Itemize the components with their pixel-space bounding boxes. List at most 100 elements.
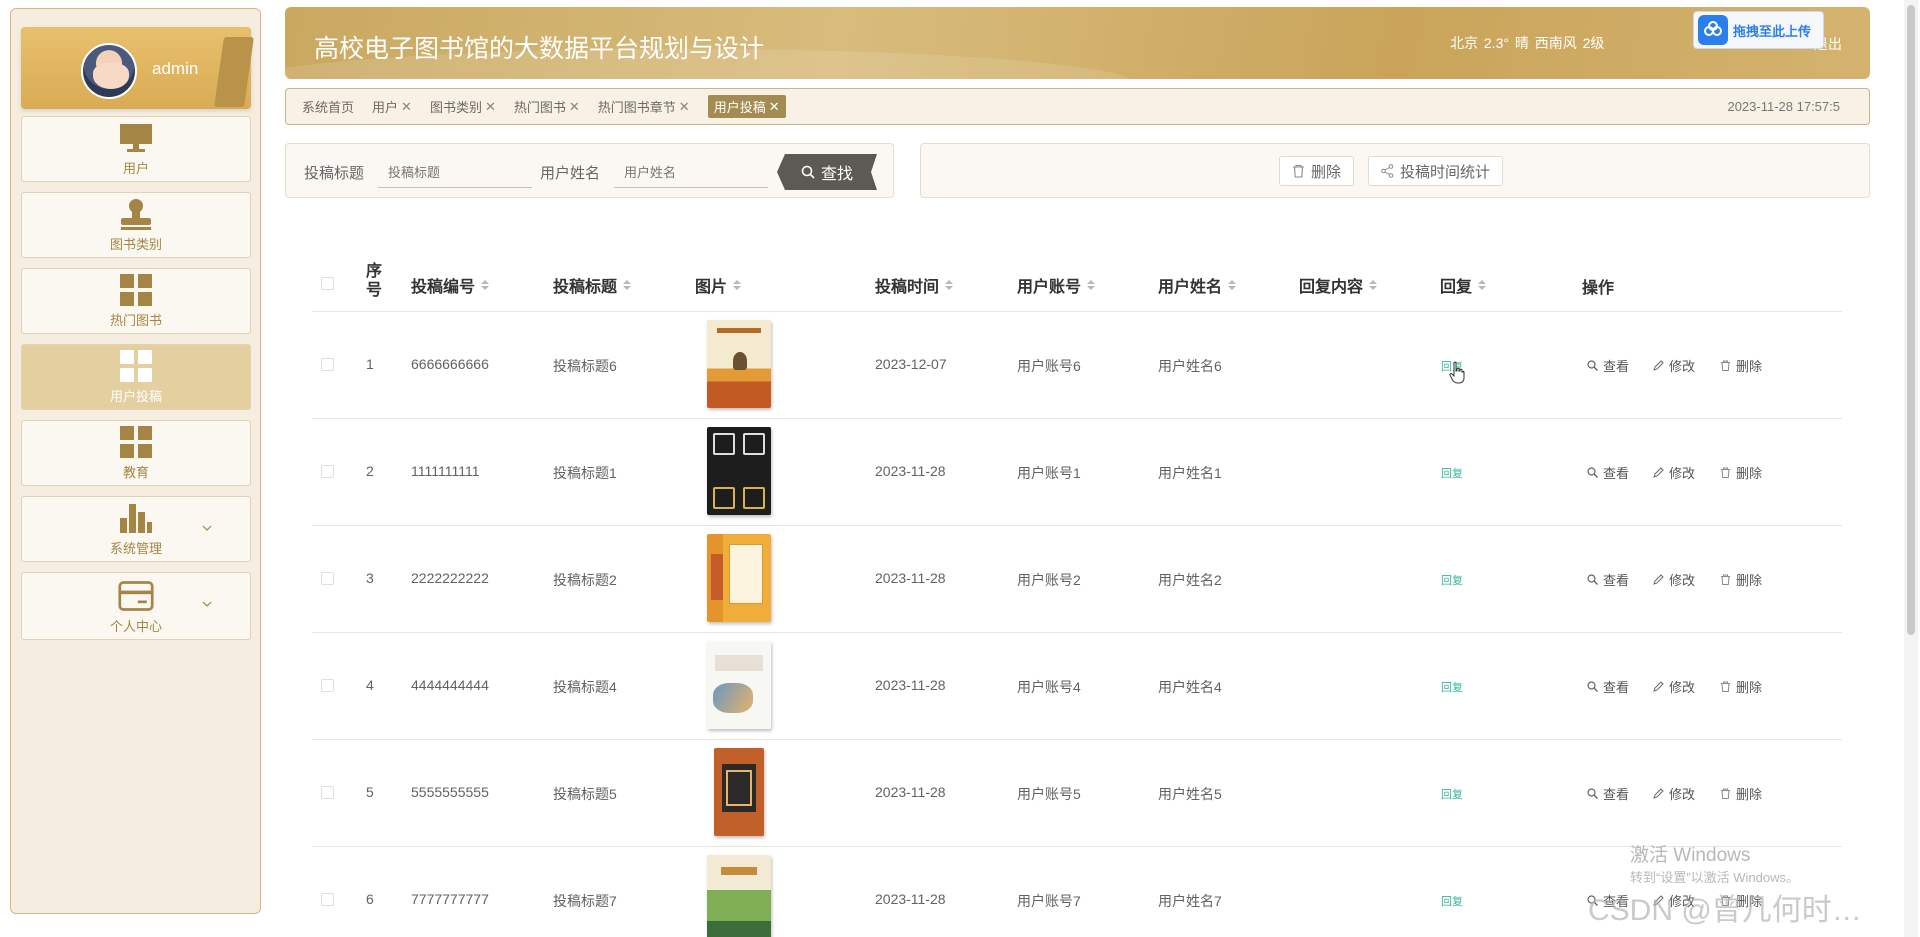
col-image[interactable]: 图片 — [695, 273, 742, 297]
title-search-input[interactable] — [378, 157, 532, 188]
reply-link[interactable]: 回复 — [1441, 572, 1463, 588]
row-checkbox[interactable] — [321, 893, 334, 906]
op-label: 删除 — [1736, 466, 1763, 481]
delete-button[interactable]: 删除 — [1720, 570, 1762, 589]
col-code[interactable]: 投稿编号 — [411, 273, 490, 297]
tab-user-submissions[interactable]: 用户投稿 ✕ — [707, 95, 786, 118]
row-account: 用户账号6 — [1017, 358, 1081, 374]
edit-button[interactable]: 修改 — [1653, 677, 1695, 696]
table-row: 5 5555555555 投稿标题5 2023-11-28 用户账号5 用户姓名… — [312, 740, 1842, 847]
row-checkbox[interactable] — [321, 358, 334, 371]
table-row: 1 6666666666 投稿标题6 2023-12-07 用户账号6 用户姓名… — [312, 312, 1842, 419]
col-reply-content[interactable]: 回复内容 — [1299, 273, 1378, 297]
col-name[interactable]: 用户姓名 — [1158, 273, 1237, 297]
view-button[interactable]: 查看 — [1587, 784, 1629, 803]
delete-button[interactable]: 删除 — [1720, 784, 1762, 803]
row-time: 2023-11-28 — [875, 891, 946, 907]
view-button[interactable]: 查看 — [1587, 570, 1629, 589]
csdn-watermark: CSDN @曾几何时… — [1588, 894, 1862, 927]
search-button[interactable]: 查找 — [777, 154, 877, 190]
top-header: 高校电子图书馆的大数据平台规划与设计 北京 2.3° 晴 西南风 2级 退出 — [285, 7, 1870, 79]
bulk-delete-button[interactable]: 删除 — [1279, 156, 1355, 186]
col-title[interactable]: 投稿标题 — [553, 273, 632, 297]
close-icon[interactable]: ✕ — [401, 99, 412, 115]
tab-users[interactable]: 用户 ✕ — [372, 97, 412, 116]
row-time: 2023-11-28 — [875, 463, 946, 479]
row-name: 用户姓名4 — [1158, 679, 1222, 695]
view-button[interactable]: 查看 — [1587, 463, 1629, 482]
col-account[interactable]: 用户账号 — [1017, 273, 1096, 297]
row-account: 用户账号5 — [1017, 786, 1081, 802]
tab-hot-books[interactable]: 热门图书 ✕ — [514, 97, 580, 116]
sort-icon[interactable] — [481, 280, 490, 290]
chevron-down-icon[interactable] — [202, 523, 212, 533]
close-icon[interactable]: ✕ — [485, 99, 496, 115]
search-icon — [1587, 788, 1598, 799]
close-icon[interactable]: ✕ — [679, 99, 690, 115]
edit-button[interactable]: 修改 — [1653, 570, 1695, 589]
sidebar-item-book-category[interactable]: 图书类别 — [21, 192, 251, 258]
reply-link[interactable]: 回复 — [1441, 679, 1463, 695]
reply-link[interactable]: 回复 — [1441, 786, 1463, 802]
book-cover-image[interactable] — [707, 320, 771, 408]
close-icon[interactable]: ✕ — [769, 99, 780, 115]
tab-book-category[interactable]: 图书类别 ✕ — [430, 97, 496, 116]
book-cover-image[interactable] — [707, 641, 771, 729]
sort-icon[interactable] — [1228, 280, 1237, 290]
book-cover-image[interactable] — [707, 855, 771, 937]
row-checkbox[interactable] — [321, 786, 334, 799]
sidebar-item-personal-center[interactable]: 个人中心 — [21, 572, 251, 640]
delete-button[interactable]: 删除 — [1720, 677, 1762, 696]
scrollbar-thumb[interactable] — [1907, 5, 1915, 635]
delete-button[interactable]: 删除 — [1720, 463, 1762, 482]
edit-icon — [1653, 681, 1664, 692]
sidebar-item-label: 个人中心 — [109, 619, 162, 634]
tab-home[interactable]: 系统首页 — [302, 97, 354, 116]
book-cover-image[interactable] — [707, 427, 771, 515]
user-profile[interactable]: admin — [21, 27, 254, 109]
sidebar-item-user-submissions[interactable]: 用户投稿 — [21, 344, 251, 410]
col-time[interactable]: 投稿时间 — [875, 273, 954, 297]
row-checkbox[interactable] — [321, 679, 334, 692]
sidebar-item-system-management[interactable]: 系统管理 — [21, 496, 251, 562]
row-checkbox[interactable] — [321, 572, 334, 585]
submission-time-stats-button[interactable]: 投稿时间统计 — [1368, 156, 1504, 186]
sidebar-item-label: 教育 — [122, 465, 149, 480]
sidebar-item-hot-books[interactable]: 热门图书 — [21, 268, 251, 334]
row-account: 用户账号1 — [1017, 465, 1081, 481]
row-code: 4444444444 — [411, 677, 489, 693]
sort-icon[interactable] — [733, 280, 742, 290]
tab-hot-book-chapters[interactable]: 热门图书章节 ✕ — [598, 97, 690, 116]
delete-button[interactable]: 删除 — [1720, 356, 1762, 375]
name-search-input[interactable] — [614, 157, 768, 188]
submissions-table: 序号 投稿编号 投稿标题 图片 投稿时间 用户账号 用户姓名 回复内容 回复 操… — [312, 255, 1842, 937]
sort-icon[interactable] — [945, 280, 954, 290]
vertical-scrollbar[interactable] — [1904, 0, 1918, 937]
op-label: 修改 — [1669, 787, 1696, 802]
sort-icon[interactable] — [623, 280, 632, 290]
view-button[interactable]: 查看 — [1587, 356, 1629, 375]
book-cover-image[interactable] — [714, 748, 764, 836]
row-checkbox[interactable] — [321, 465, 334, 478]
sort-icon[interactable] — [1478, 280, 1487, 290]
edit-button[interactable]: 修改 — [1653, 356, 1695, 375]
row-code: 6666666666 — [411, 356, 489, 372]
reply-link[interactable]: 回复 — [1441, 893, 1463, 909]
upload-widget[interactable]: 拖拽至此上传 — [1693, 11, 1824, 49]
close-icon[interactable]: ✕ — [569, 99, 580, 115]
name-search-label: 用户姓名 — [540, 165, 601, 182]
sidebar-item-education[interactable]: 教育 — [21, 420, 251, 486]
select-all-checkbox[interactable] — [321, 277, 334, 290]
book-cover-image[interactable] — [707, 534, 771, 622]
col-reply[interactable]: 回复 — [1440, 273, 1487, 297]
table-row: 4 4444444444 投稿标题4 2023-11-28 用户账号4 用户姓名… — [312, 633, 1842, 740]
sidebar-item-users[interactable]: 用户 — [21, 116, 251, 182]
view-button[interactable]: 查看 — [1587, 677, 1629, 696]
edit-button[interactable]: 修改 — [1653, 784, 1695, 803]
chevron-down-icon[interactable] — [202, 599, 212, 609]
sort-icon[interactable] — [1369, 280, 1378, 290]
edit-button[interactable]: 修改 — [1653, 463, 1695, 482]
sort-icon[interactable] — [1087, 280, 1096, 290]
reply-link[interactable]: 回复 — [1441, 465, 1463, 481]
row-title: 投稿标题1 — [553, 465, 617, 481]
